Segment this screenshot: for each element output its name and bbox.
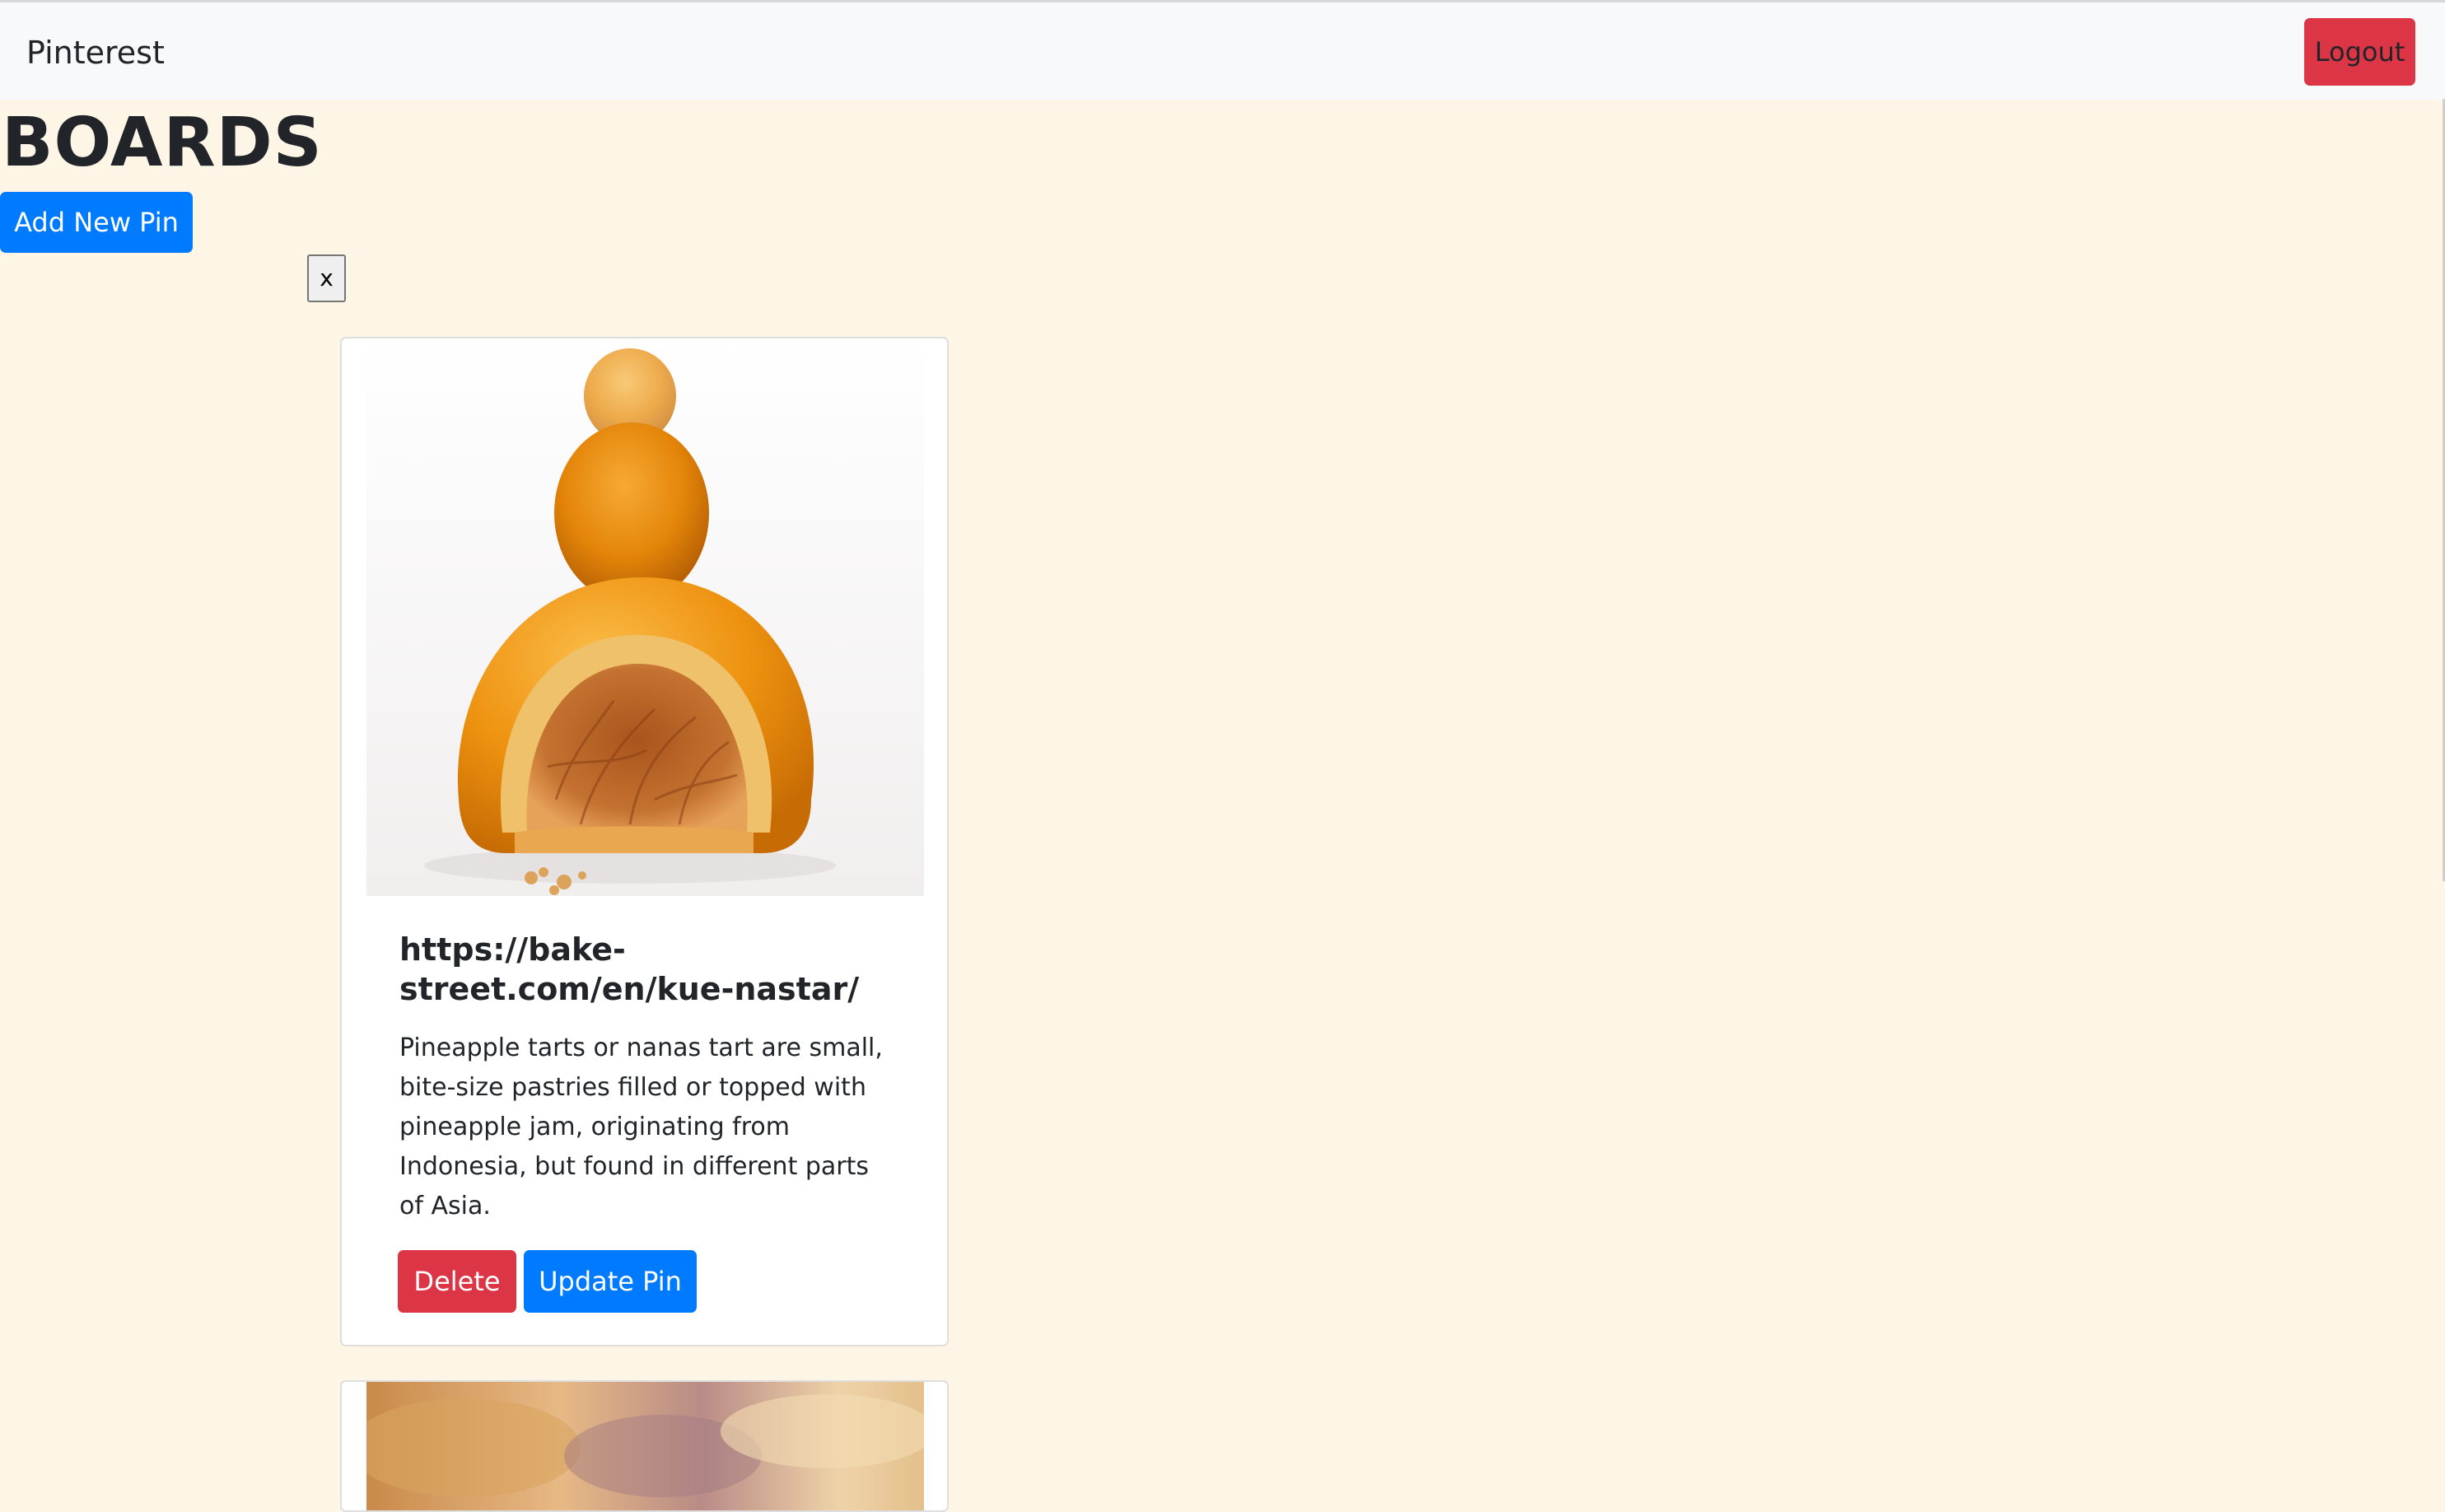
pin-card: https://bake-street.com/en/kue-nastar/ P… — [340, 337, 949, 1346]
pin-image — [366, 338, 924, 896]
update-pin-button[interactable]: Update Pin — [524, 1250, 697, 1313]
navbar: Pinterest Logout — [0, 2, 2445, 100]
logout-button[interactable]: Logout — [2304, 18, 2415, 86]
delete-pin-button[interactable]: Delete — [398, 1250, 516, 1313]
close-button[interactable]: x — [307, 254, 346, 302]
pin-card — [340, 1380, 949, 1512]
brand-link[interactable]: Pinterest — [26, 33, 165, 72]
add-new-pin-button[interactable]: Add New Pin — [0, 192, 193, 253]
page-title: BOARDS — [2, 104, 323, 182]
pin-description: Pineapple tarts or nanas tart are small,… — [399, 1034, 883, 1220]
pin-image — [366, 1382, 924, 1510]
pin-title: https://bake-street.com/en/kue-nastar/ — [399, 931, 860, 1007]
